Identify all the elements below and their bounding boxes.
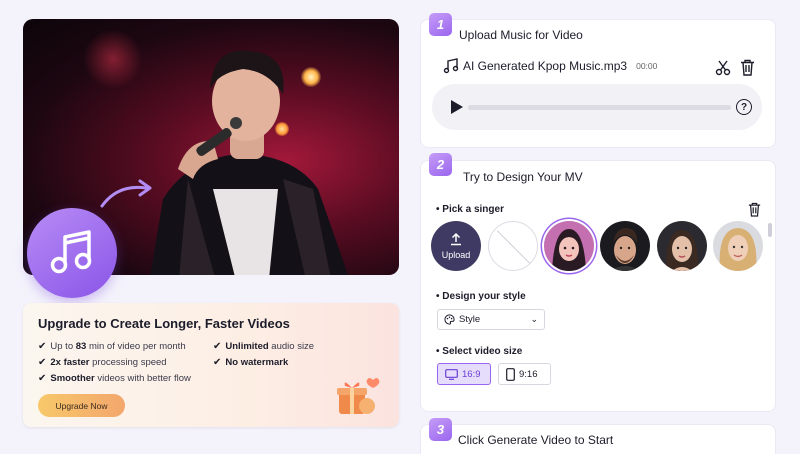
gift-icon xyxy=(337,378,380,414)
upgrade-title: Upgrade to Create Longer, Faster Videos xyxy=(38,316,290,331)
feature-item: ✔ Unlimited audio size xyxy=(213,341,315,352)
check-icon: ✔ xyxy=(213,341,222,352)
swoosh-arrow xyxy=(100,179,152,208)
chevron-down-icon: ⌄ xyxy=(530,314,538,324)
size-9-16-button[interactable]: 9:16 xyxy=(498,363,551,385)
singer-none-option[interactable] xyxy=(488,221,538,271)
video-size-label: • Select video size xyxy=(436,346,523,357)
check-icon: ✔ xyxy=(38,341,47,352)
step3-title: Click Generate Video to Start xyxy=(458,433,614,447)
audio-progress-track[interactable] xyxy=(468,105,731,110)
singer-option-3[interactable] xyxy=(657,221,707,271)
help-icon[interactable]: ? xyxy=(736,99,752,115)
check-icon: ✔ xyxy=(213,357,222,368)
singer-option-2[interactable] xyxy=(600,221,650,271)
pick-singer-label: • Pick a singer xyxy=(436,204,504,215)
upload-label: Upload xyxy=(441,250,471,260)
singer-figure xyxy=(150,50,349,275)
design-style-label: • Design your style xyxy=(436,291,526,302)
singer-avatar-blonde xyxy=(713,221,763,271)
size-9-16-label: 9:16 xyxy=(519,368,538,380)
music-note-icon xyxy=(443,58,459,74)
singer-scrollbar[interactable] xyxy=(768,223,772,237)
singer-avatar-man xyxy=(600,221,650,271)
style-select[interactable]: Style ⌄ xyxy=(437,309,545,330)
music-badge xyxy=(27,208,117,298)
feature-item: ✔ Up to 83 min of video per month xyxy=(38,341,186,352)
audio-duration: 00:00 xyxy=(636,61,658,71)
step1-title: Upload Music for Video xyxy=(459,28,583,42)
step2-title: Try to Design Your MV xyxy=(463,170,583,184)
play-icon[interactable] xyxy=(451,100,463,114)
audio-file-row: AI Generated Kpop Music.mp3 00:00 xyxy=(443,58,657,74)
trash-icon[interactable] xyxy=(748,202,761,217)
step2-badge: 2 xyxy=(429,153,452,176)
audio-file-name: AI Generated Kpop Music.mp3 xyxy=(463,59,628,73)
size-16-9-button[interactable]: 16:9 xyxy=(437,363,491,385)
singer-option-4[interactable] xyxy=(713,221,763,271)
feature-item: ✔ 2x faster processing speed xyxy=(38,357,167,368)
step1-badge: 1 xyxy=(429,13,452,36)
audio-player: ? xyxy=(432,84,762,130)
check-icon: ✔ xyxy=(38,373,47,384)
trash-icon[interactable] xyxy=(740,59,755,76)
music-note-icon xyxy=(50,230,92,274)
style-select-value: Style xyxy=(459,314,481,325)
size-16-9-label: 16:9 xyxy=(462,368,481,380)
palette-icon xyxy=(444,314,455,325)
scissors-icon[interactable] xyxy=(715,60,731,76)
upload-icon xyxy=(451,232,461,246)
monitor-icon xyxy=(445,368,458,380)
step3-badge: 3 xyxy=(429,418,452,441)
singer-option-1[interactable] xyxy=(544,221,594,271)
feature-item: ✔ Smoother videos with better flow xyxy=(38,373,191,384)
upgrade-now-button[interactable]: Upgrade Now xyxy=(38,394,125,417)
singer-avatar-kpop xyxy=(544,221,594,271)
feature-item: ✔ No watermark xyxy=(213,357,289,368)
singer-avatar-woman xyxy=(657,221,707,271)
upload-singer-button[interactable]: Upload xyxy=(431,221,481,271)
check-icon: ✔ xyxy=(38,357,47,368)
phone-icon xyxy=(506,367,515,381)
